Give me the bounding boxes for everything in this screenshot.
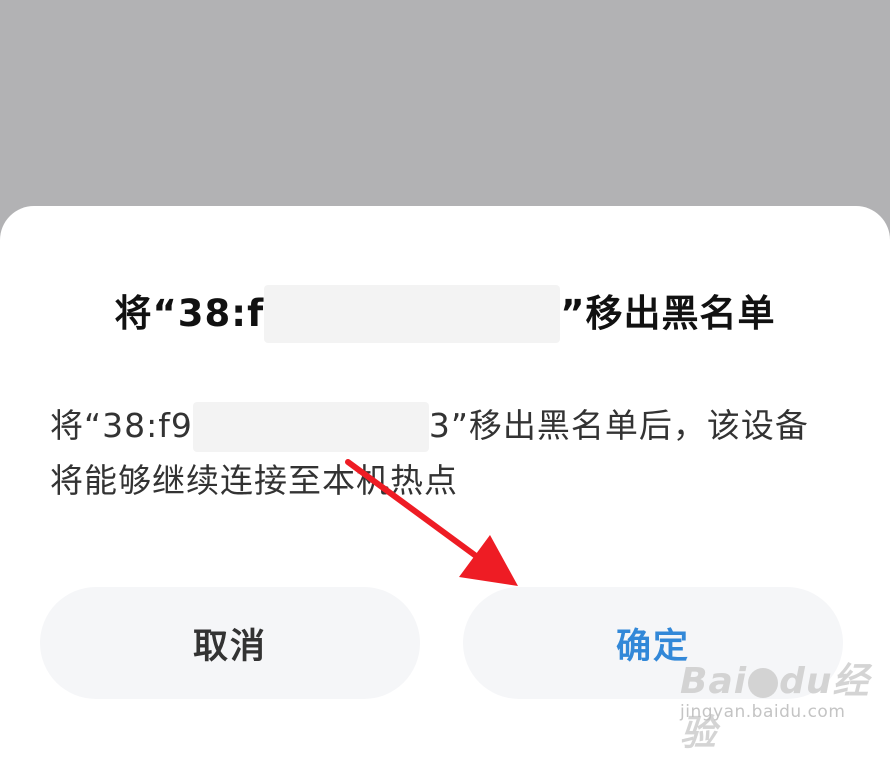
- paw-icon: [748, 668, 779, 698]
- dialog-title: 将“38:f ”移出黑名单: [0, 283, 890, 343]
- dialog-title-suffix: ”移出黑名单: [560, 292, 776, 335]
- watermark-url: jingyan.baidu.com: [680, 702, 846, 722]
- baidu-jingyan-watermark: Bai du经验 jingyan.baidu.com: [680, 652, 880, 754]
- dialog-message-mid: 3: [428, 406, 451, 445]
- dialog-title-prefix: 将“38:f: [114, 292, 265, 335]
- watermark-logo-bai: Bai: [680, 661, 748, 702]
- redacted-mac-address: [192, 401, 429, 452]
- dialog-message: 将“38:f9 3”移出黑名单后，该设备将能够继续连接至本机热点: [50, 398, 840, 508]
- redacted-mac-address: [264, 284, 561, 343]
- watermark-logo-du: du: [779, 661, 833, 702]
- dialog-message-prefix: 将“38:f9: [50, 406, 193, 445]
- cancel-button[interactable]: 取消: [40, 587, 420, 699]
